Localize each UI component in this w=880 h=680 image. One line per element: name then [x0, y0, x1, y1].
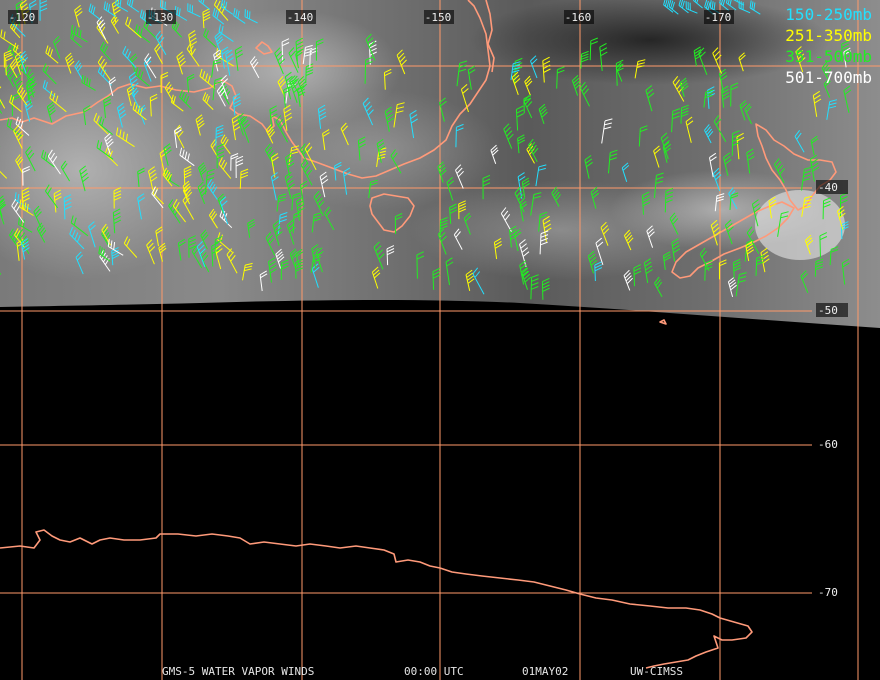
antarctica-coastline: [0, 529, 753, 669]
image-caption: GMS-5 WATER VAPOR WINDS 00:00 UTC 01MAY0…: [0, 665, 880, 679]
observation-time: 00:00 UTC: [404, 665, 464, 678]
wind-map: -120 -130 -140 -150 -160 -170 -40 -50 -6…: [0, 0, 880, 680]
lon-tick-130: -130: [147, 11, 174, 24]
lon-tick-160: -160: [565, 11, 592, 24]
lat-tick-40: -40: [818, 181, 838, 194]
product-name: GMS-5 WATER VAPOR WINDS: [162, 665, 315, 678]
observation-date: 01MAY02: [522, 665, 569, 678]
legend-item-150-250: 150-250mb: [785, 5, 872, 24]
legend-item-501-700: 501-700mb: [785, 68, 872, 87]
map-canvas: -120 -130 -140 -150 -160 -170 -40 -50 -6…: [0, 0, 880, 680]
lat-tick-50: -50: [818, 304, 838, 317]
data-source: UW-CIMSS: [630, 665, 683, 678]
lat-tick-60: -60: [818, 438, 838, 451]
lon-tick-150: -150: [425, 11, 452, 24]
pressure-legend: 150-250mb 251-350mb 351-500mb 501-700mb: [785, 4, 872, 88]
lon-tick-140: -140: [287, 11, 314, 24]
legend-item-351-500: 351-500mb: [785, 47, 872, 66]
lon-tick-120: -120: [9, 11, 36, 24]
lon-tick-170: -170: [705, 11, 732, 24]
legend-item-251-350: 251-350mb: [785, 26, 872, 45]
lat-tick-70: -70: [818, 586, 838, 599]
